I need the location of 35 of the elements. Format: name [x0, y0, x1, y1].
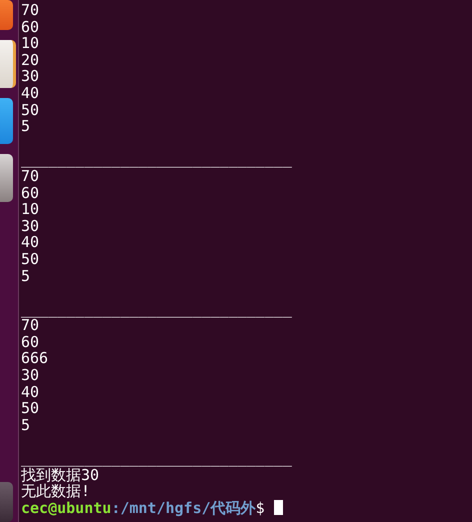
output-line: 60: [21, 184, 40, 202]
output-line: 60: [21, 18, 40, 36]
prompt-path: :/mnt/hgfs/代码外: [111, 498, 256, 517]
separator-line: ______________________________: [21, 300, 292, 318]
app-icon[interactable]: [0, 482, 13, 522]
separator-line: ______________________________: [21, 449, 292, 468]
output-line: 70: [21, 316, 40, 334]
output-line: 30: [21, 67, 40, 86]
output-line: 10: [21, 34, 40, 52]
output-line: 40: [21, 84, 40, 102]
output-line: 20: [21, 50, 40, 69]
output-line: 60: [21, 332, 40, 351]
app-icon[interactable]: [0, 0, 13, 30]
prompt-symbol: $: [256, 498, 265, 517]
output-line: 5: [21, 266, 30, 284]
output-line: 5: [21, 416, 30, 434]
prompt-user-host: cec@ubuntu: [21, 498, 112, 517]
output-line: 70: [21, 1, 40, 19]
app-icon[interactable]: [0, 98, 13, 144]
output-line: 10: [21, 200, 40, 218]
output-line: 666: [21, 349, 48, 368]
output-line: 40: [21, 382, 40, 401]
output-line: 70: [21, 166, 40, 185]
output-line: 30: [21, 366, 40, 384]
output-line: 无此数据!: [21, 482, 90, 500]
output-line: 5: [21, 117, 30, 136]
output-line: 找到数据30: [21, 466, 100, 484]
output-line: 30: [21, 216, 40, 235]
output-line: 40: [21, 233, 40, 252]
output-line: 50: [21, 250, 40, 268]
separator-line: ______________________________: [21, 150, 292, 168]
output-line: 50: [21, 100, 40, 119]
text-cursor: [274, 500, 283, 515]
output-line: 50: [21, 399, 40, 418]
app-icon[interactable]: [0, 154, 13, 202]
